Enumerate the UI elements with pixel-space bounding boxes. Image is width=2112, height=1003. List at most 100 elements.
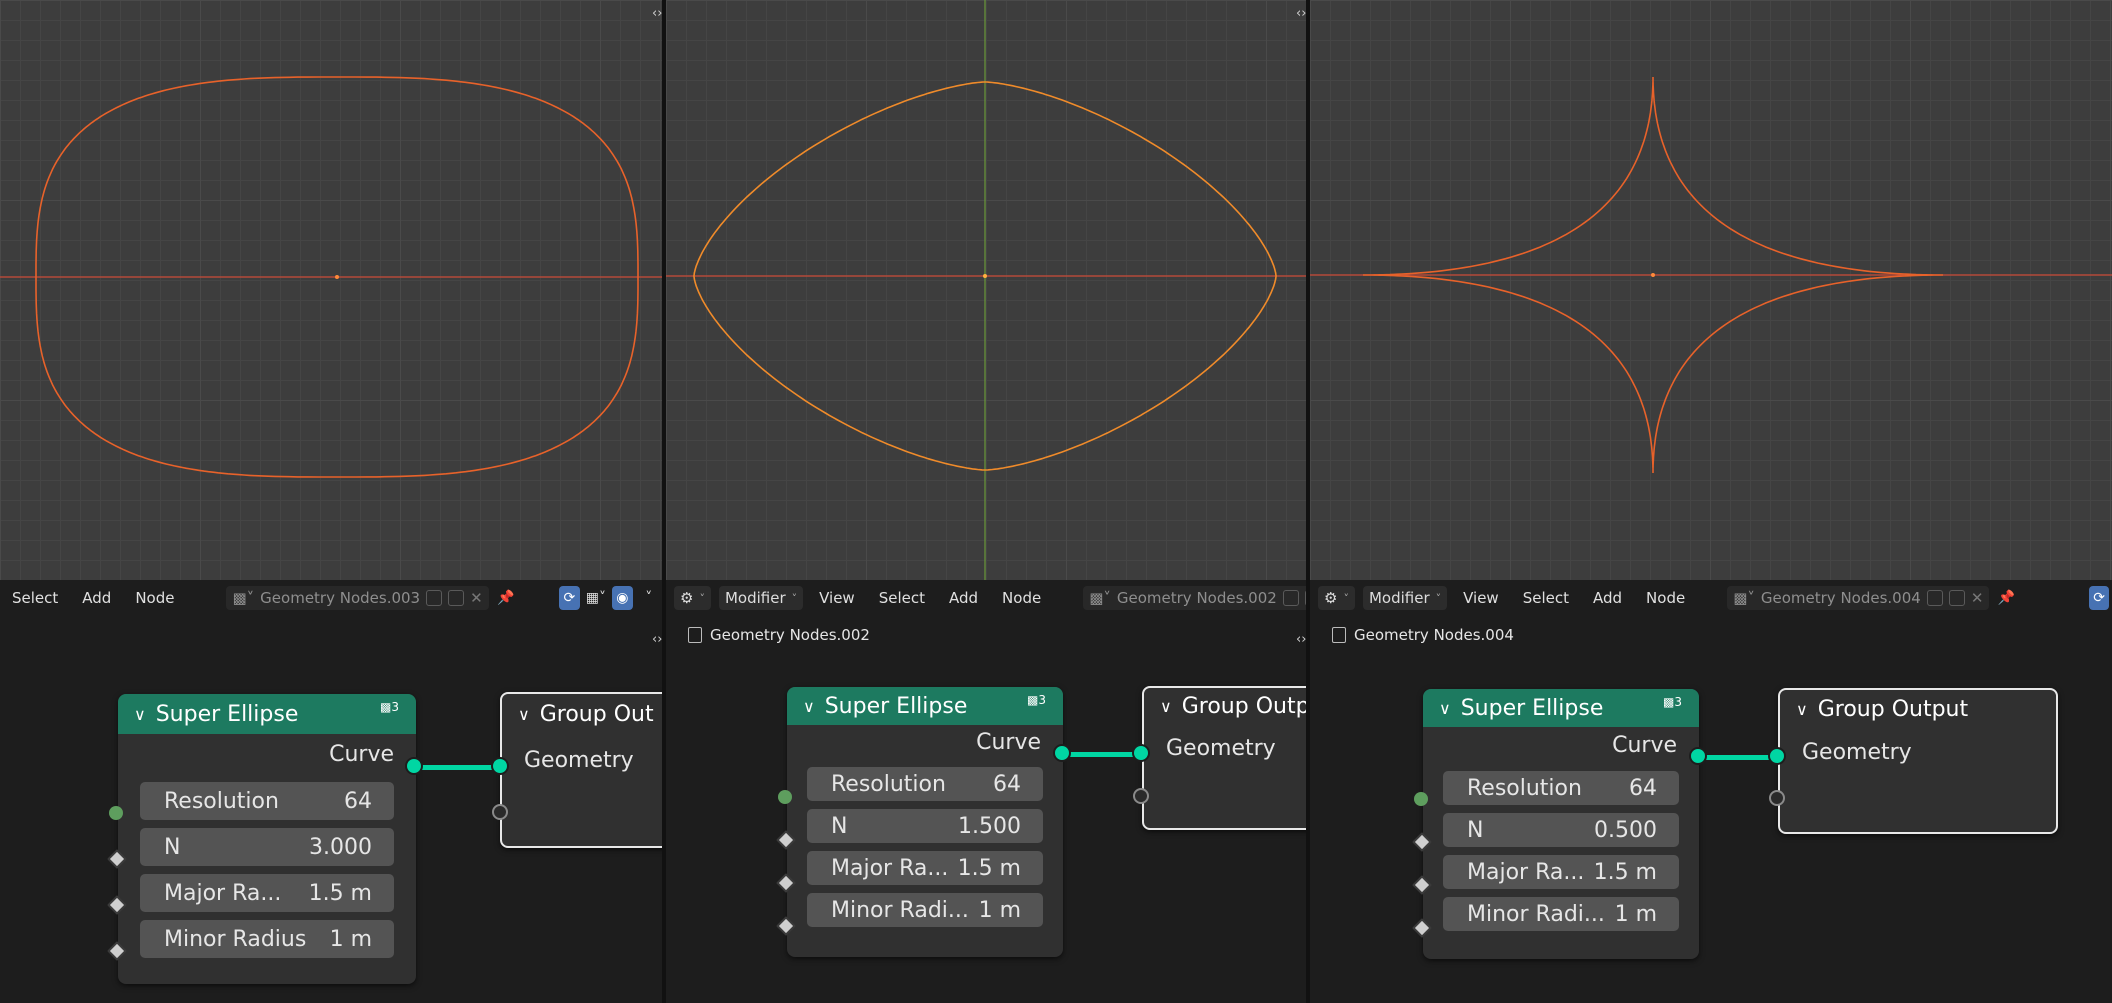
field-minor-radius[interactable]: Minor Radi... 1 m: [1443, 897, 1679, 931]
menu-node[interactable]: Node: [1634, 589, 1697, 607]
curve-output-socket[interactable]: [405, 757, 423, 775]
node-header[interactable]: ∨ Group Output: [1780, 690, 2056, 728]
field-minor-radius[interactable]: Minor Radi... 1 m: [807, 893, 1043, 927]
node-header[interactable]: ∨ Group Out: [502, 694, 662, 734]
menu-node[interactable]: Node: [990, 589, 1053, 607]
super-ellipse-node[interactable]: ∨ Super Ellipse ▩3 Curve Resolution 64 N…: [1423, 689, 1699, 959]
menu-add[interactable]: Add: [70, 589, 123, 607]
empty-input-socket[interactable]: [1769, 790, 1785, 806]
field-resolution[interactable]: Resolution 64: [1443, 771, 1679, 805]
overlay-toggle-icon[interactable]: ◉: [612, 586, 633, 610]
fake-user-icon[interactable]: [426, 590, 443, 606]
collapse-chevron-icon[interactable]: ∨: [1796, 700, 1808, 719]
node-link[interactable]: [1699, 755, 1779, 760]
field-major-radius[interactable]: Major Ra... 1.5 m: [140, 874, 394, 912]
node-header[interactable]: ∨ Super Ellipse ▩3: [118, 694, 416, 734]
empty-input-socket[interactable]: [1133, 788, 1149, 804]
breadcrumb: Geometry Nodes.004: [1332, 626, 1514, 644]
field-minor-radius[interactable]: Minor Radius 1 m: [140, 920, 394, 958]
resolution-input-socket[interactable]: [778, 790, 792, 804]
viewport-2[interactable]: [666, 0, 1306, 580]
output-label: Curve: [976, 729, 1041, 755]
editor-type-dropdown[interactable]: ⚙ ˅: [674, 586, 711, 610]
snap-options-icon[interactable]: ▦˅: [586, 586, 606, 610]
node-header[interactable]: ∨ Group Outp: [1144, 688, 1306, 724]
super-ellipse-node[interactable]: ∨ Super Ellipse ▩3 Curve Resolution 64 N…: [787, 687, 1063, 957]
group-output-node[interactable]: ∨ Group Out Geometry: [500, 692, 662, 848]
viewport-1[interactable]: [0, 0, 662, 580]
snap-toggle-icon[interactable]: ⟳: [559, 586, 580, 610]
collapse-chevron-icon[interactable]: ∨: [1160, 697, 1172, 716]
geometry-input-socket[interactable]: [1132, 744, 1150, 762]
geometry-input-socket[interactable]: [491, 757, 509, 775]
node-group-icon[interactable]: ▩3: [1663, 695, 1689, 721]
super-ellipse-node[interactable]: ∨ Super Ellipse ▩3 Curve Resolution 64 N…: [118, 694, 416, 984]
resolution-input-socket[interactable]: [1414, 792, 1428, 806]
resolution-input-socket[interactable]: [109, 806, 123, 820]
menu-add[interactable]: Add: [1581, 589, 1634, 607]
origin-point: [983, 274, 987, 278]
close-icon[interactable]: ✕: [1971, 589, 1984, 607]
viewport-3[interactable]: [1310, 0, 2112, 580]
field-value: 1 m: [329, 926, 372, 952]
pin-icon[interactable]: 📌: [496, 586, 516, 610]
overlay-dropdown-icon[interactable]: ˅: [639, 586, 659, 610]
output-curve-row: Curve: [1423, 727, 1699, 763]
node-group-icon[interactable]: ▩3: [1027, 693, 1053, 719]
area-resize-arrows-icon[interactable]: ‹›: [652, 632, 662, 647]
node-link[interactable]: [416, 765, 502, 770]
menu-node[interactable]: Node: [123, 589, 186, 607]
field-n[interactable]: N 0.500: [1443, 813, 1679, 847]
area-resize-arrows-icon[interactable]: ‹›: [1296, 632, 1306, 647]
duplicate-icon[interactable]: [448, 590, 465, 606]
field-resolution[interactable]: Resolution 64: [140, 782, 394, 820]
node-link[interactable]: [1063, 752, 1143, 757]
node-group-name: Geometry Nodes.003: [260, 589, 421, 607]
empty-input-socket[interactable]: [492, 804, 508, 820]
snap-toggle-icon[interactable]: ⟳: [2089, 586, 2109, 610]
node-tree-icon: ▩˅: [232, 589, 255, 607]
field-major-radius[interactable]: Major Ra... 1.5 m: [807, 851, 1043, 885]
node-group-user-count: 3: [1674, 695, 1682, 709]
geometry-input-socket[interactable]: [1768, 747, 1786, 765]
editor-mode-dropdown[interactable]: Modifier ˅: [718, 586, 804, 610]
duplicate-icon[interactable]: [1948, 590, 1965, 606]
node-group-selector[interactable]: ▩˅ Geometry Nodes.002: [1083, 586, 1306, 610]
curve-output-socket[interactable]: [1689, 747, 1707, 765]
area-resize-arrows-icon[interactable]: ‹›: [652, 6, 662, 21]
collapse-chevron-icon[interactable]: ∨: [518, 705, 530, 724]
node-editor-header-3: ⚙ ˅ Modifier ˅ View Select Add Node ▩˅ Geo…: [1310, 580, 2112, 616]
menu-select[interactable]: Select: [1511, 589, 1581, 607]
group-output-node[interactable]: ∨ Group Outp Geometry: [1142, 686, 1306, 830]
menu-view[interactable]: View: [1451, 589, 1511, 607]
node-header[interactable]: ∨ Super Ellipse ▩3: [1423, 689, 1699, 727]
field-resolution[interactable]: Resolution 64: [807, 767, 1043, 801]
output-label: Curve: [1612, 732, 1677, 758]
field-value: 1.500: [958, 813, 1021, 839]
menu-select[interactable]: Select: [0, 589, 70, 607]
node-title: Super Ellipse: [1460, 695, 1604, 721]
node-header[interactable]: ∨ Super Ellipse ▩3: [787, 687, 1063, 725]
fake-user-icon[interactable]: [1282, 590, 1299, 606]
curve-output-socket[interactable]: [1053, 744, 1071, 762]
collapse-chevron-icon[interactable]: ∨: [1439, 699, 1451, 718]
panel-2: ⚙ ˅ Modifier ˅ View Select Add Node ▩˅ Geo…: [666, 0, 1306, 1003]
collapse-chevron-icon[interactable]: ∨: [803, 697, 815, 716]
pin-icon[interactable]: 📌: [1996, 586, 2016, 610]
field-major-radius[interactable]: Major Ra... 1.5 m: [1443, 855, 1679, 889]
node-group-selector[interactable]: ▩˅ Geometry Nodes.004 ✕: [1727, 586, 1990, 610]
menu-add[interactable]: Add: [937, 589, 990, 607]
collapse-chevron-icon[interactable]: ∨: [134, 705, 146, 724]
fake-user-icon[interactable]: [1926, 590, 1943, 606]
menu-select[interactable]: Select: [867, 589, 937, 607]
area-resize-arrows-icon[interactable]: ‹›: [1296, 6, 1306, 21]
field-n[interactable]: N 1.500: [807, 809, 1043, 843]
group-output-node[interactable]: ∨ Group Output Geometry: [1778, 688, 2058, 834]
field-n[interactable]: N 3.000: [140, 828, 394, 866]
node-group-icon[interactable]: ▩3: [380, 700, 406, 726]
editor-mode-dropdown[interactable]: Modifier ˅: [1362, 586, 1448, 610]
menu-view[interactable]: View: [807, 589, 867, 607]
close-icon[interactable]: ✕: [470, 589, 483, 607]
editor-type-dropdown[interactable]: ⚙ ˅: [1318, 586, 1355, 610]
node-group-selector[interactable]: ▩˅ Geometry Nodes.003 ✕: [226, 586, 489, 610]
